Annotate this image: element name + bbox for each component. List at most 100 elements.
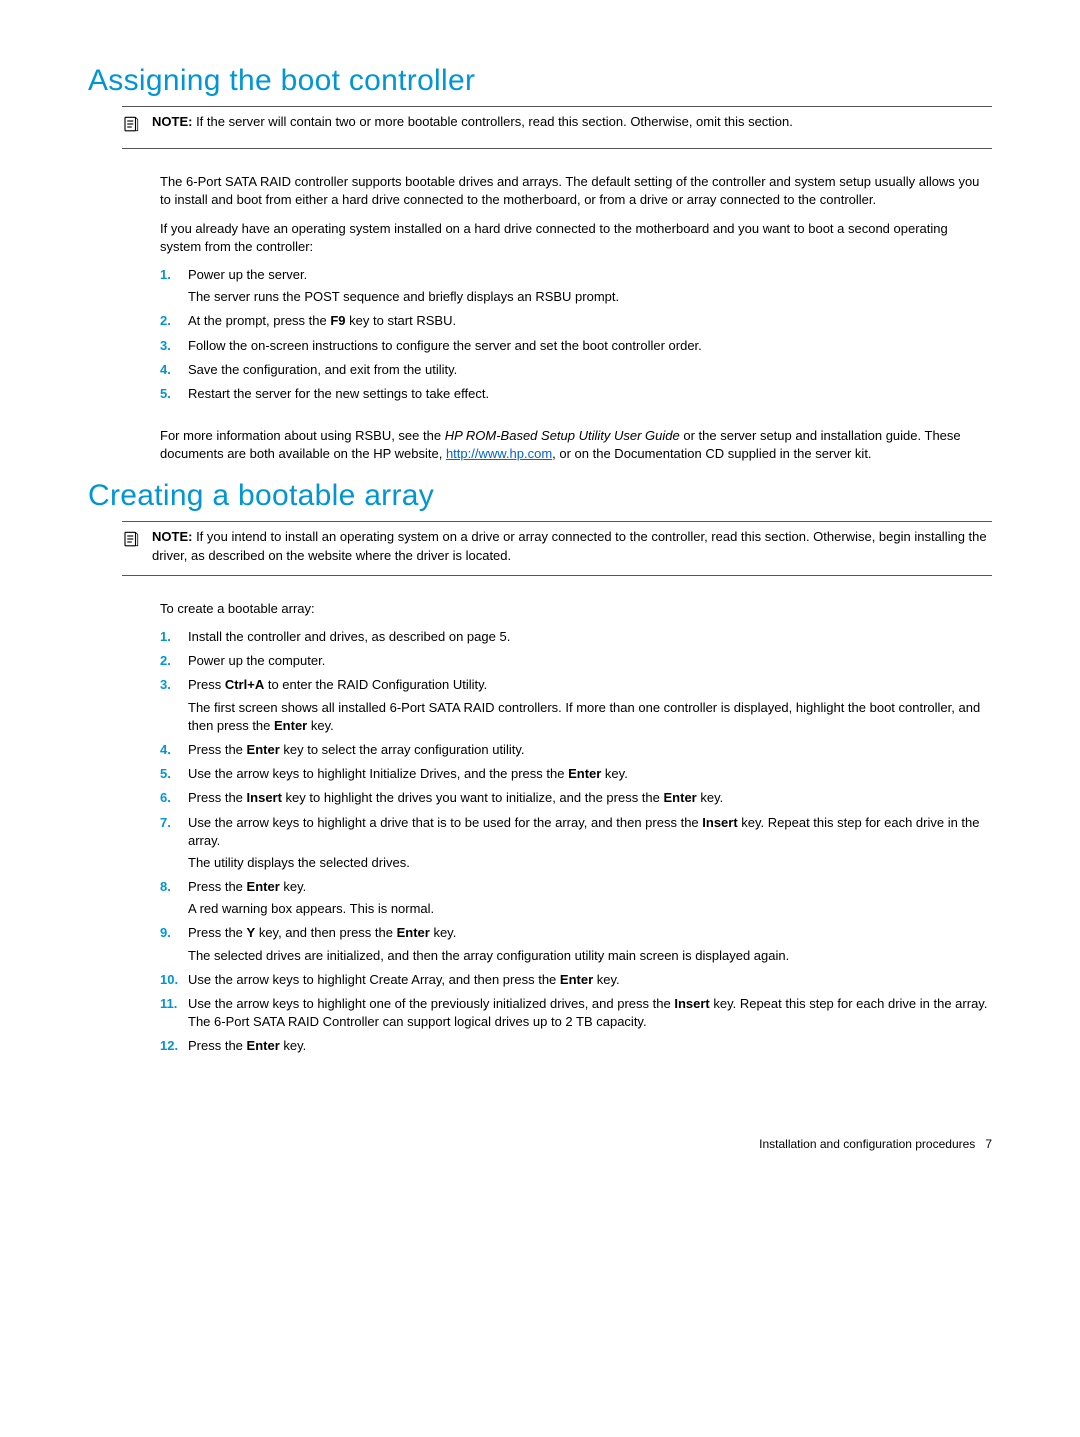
step-subtext: The server runs the POST sequence and br… [188, 288, 992, 306]
step-subtext: The first screen shows all installed 6-P… [188, 699, 992, 735]
text: key. [307, 718, 334, 733]
step-bold: Insert [702, 815, 737, 830]
step-bold: Enter [664, 790, 697, 805]
step-bold: F9 [330, 313, 345, 328]
note-label: NOTE: [152, 529, 196, 544]
step-text: key. [601, 766, 628, 781]
paragraph: If you already have an operating system … [160, 220, 992, 256]
step-number: 11. [160, 995, 188, 1013]
list-item: 5. Restart the server for the new settin… [160, 385, 992, 403]
list-item: 11. Use the arrow keys to highlight one … [160, 995, 992, 1031]
step-text: Install the controller and drives, as de… [188, 629, 510, 644]
step-subtext: The selected drives are initialized, and… [188, 947, 992, 965]
list-item: 3. Press Ctrl+A to enter the RAID Config… [160, 676, 992, 735]
step-text: Press the [188, 790, 247, 805]
step-bold: Enter [560, 972, 593, 987]
step-number: 3. [160, 676, 188, 694]
step-bold: Y [247, 925, 256, 940]
text: For more information about using RSBU, s… [160, 428, 445, 443]
step-text: key. [697, 790, 724, 805]
step-text: Use the arrow keys to highlight Initiali… [188, 766, 568, 781]
step-text: Use the arrow keys to highlight one of t… [188, 996, 674, 1011]
step-number: 4. [160, 741, 188, 759]
page-footer: Installation and configuration procedure… [88, 1136, 992, 1153]
step-text: Use the arrow keys to highlight Create A… [188, 972, 560, 987]
step-bold: Ctrl+A [225, 677, 264, 692]
list-item: 4. Save the configuration, and exit from… [160, 361, 992, 379]
step-bold: Enter [247, 1038, 280, 1053]
step-text: Power up the server. [188, 267, 307, 282]
step-number: 12. [160, 1037, 188, 1055]
list-item: 4. Press the Enter key to select the arr… [160, 741, 992, 759]
steps-list-2: 1. Install the controller and drives, as… [160, 628, 992, 1056]
step-bold: Enter [397, 925, 430, 940]
step-text: key. [593, 972, 620, 987]
list-item: 3. Follow the on-screen instructions to … [160, 337, 992, 355]
footer-text: Installation and configuration procedure… [759, 1137, 975, 1151]
note-block-2: NOTE: If you intend to install an operat… [122, 521, 992, 575]
step-text: key. [280, 1038, 307, 1053]
note-icon [122, 528, 152, 553]
step-number: 8. [160, 878, 188, 896]
step-number: 5. [160, 765, 188, 783]
step-bold: Enter [247, 742, 280, 757]
note-block-1: NOTE: If the server will contain two or … [122, 106, 992, 149]
list-item: 8. Press the Enter key. A red warning bo… [160, 878, 992, 918]
step-text: Press the [188, 1038, 247, 1053]
step-number: 3. [160, 337, 188, 355]
step-bold: Enter [247, 879, 280, 894]
step-number: 2. [160, 652, 188, 670]
note-text-2: NOTE: If you intend to install an operat… [152, 528, 992, 564]
page-number: 7 [985, 1137, 992, 1151]
steps-list-1: 1. Power up the server. The server runs … [160, 266, 992, 403]
paragraph: For more information about using RSBU, s… [160, 427, 992, 463]
step-number: 10. [160, 971, 188, 989]
list-item: 7. Use the arrow keys to highlight a dri… [160, 814, 992, 873]
heading-creating: Creating a bootable array [88, 475, 992, 517]
note-body: If you intend to install an operating sy… [152, 529, 987, 562]
list-item: 2. Power up the computer. [160, 652, 992, 670]
note-text-1: NOTE: If the server will contain two or … [152, 113, 793, 131]
step-text: key, and then press the [255, 925, 396, 940]
list-item: 12. Press the Enter key. [160, 1037, 992, 1055]
step-number: 4. [160, 361, 188, 379]
note-body: If the server will contain two or more b… [196, 114, 793, 129]
list-item: 1. Power up the server. The server runs … [160, 266, 992, 306]
step-text: Restart the server for the new settings … [188, 386, 489, 401]
step-text: Press the [188, 879, 247, 894]
step-number: 6. [160, 789, 188, 807]
step-text: Follow the on-screen instructions to con… [188, 338, 702, 353]
step-text: Use the arrow keys to highlight a drive … [188, 815, 702, 830]
bold: Enter [274, 718, 307, 733]
step-number: 1. [160, 628, 188, 646]
list-item: 2. At the prompt, press the F9 key to st… [160, 312, 992, 330]
step-bold: Enter [568, 766, 601, 781]
step-number: 9. [160, 924, 188, 942]
step-bold: Insert [247, 790, 282, 805]
step-number: 5. [160, 385, 188, 403]
step-number: 1. [160, 266, 188, 284]
note-icon [122, 113, 152, 138]
step-text: key. [430, 925, 457, 940]
step-text: key to highlight the drives you want to … [282, 790, 664, 805]
step-subtext: A red warning box appears. This is norma… [188, 900, 992, 918]
step-text: At the prompt, press the [188, 313, 330, 328]
step-number: 7. [160, 814, 188, 832]
step-text: Power up the computer. [188, 653, 325, 668]
step-text: Press the [188, 925, 247, 940]
list-item: 1. Install the controller and drives, as… [160, 628, 992, 646]
step-text: Press [188, 677, 225, 692]
list-item: 5. Use the arrow keys to highlight Initi… [160, 765, 992, 783]
step-bold: Insert [674, 996, 709, 1011]
step-text: Save the configuration, and exit from th… [188, 362, 457, 377]
step-number: 2. [160, 312, 188, 330]
step-text: key to start RSBU. [346, 313, 457, 328]
heading-assigning: Assigning the boot controller [88, 60, 992, 102]
list-item: 9. Press the Y key, and then press the E… [160, 924, 992, 964]
step-text: to enter the RAID Configuration Utility. [264, 677, 487, 692]
text: , or on the Documentation CD supplied in… [552, 446, 871, 461]
step-subtext: The utility displays the selected drives… [188, 854, 992, 872]
paragraph: To create a bootable array: [160, 600, 992, 618]
paragraph: The 6-Port SATA RAID controller supports… [160, 173, 992, 209]
hp-link[interactable]: http://www.hp.com [446, 446, 552, 461]
